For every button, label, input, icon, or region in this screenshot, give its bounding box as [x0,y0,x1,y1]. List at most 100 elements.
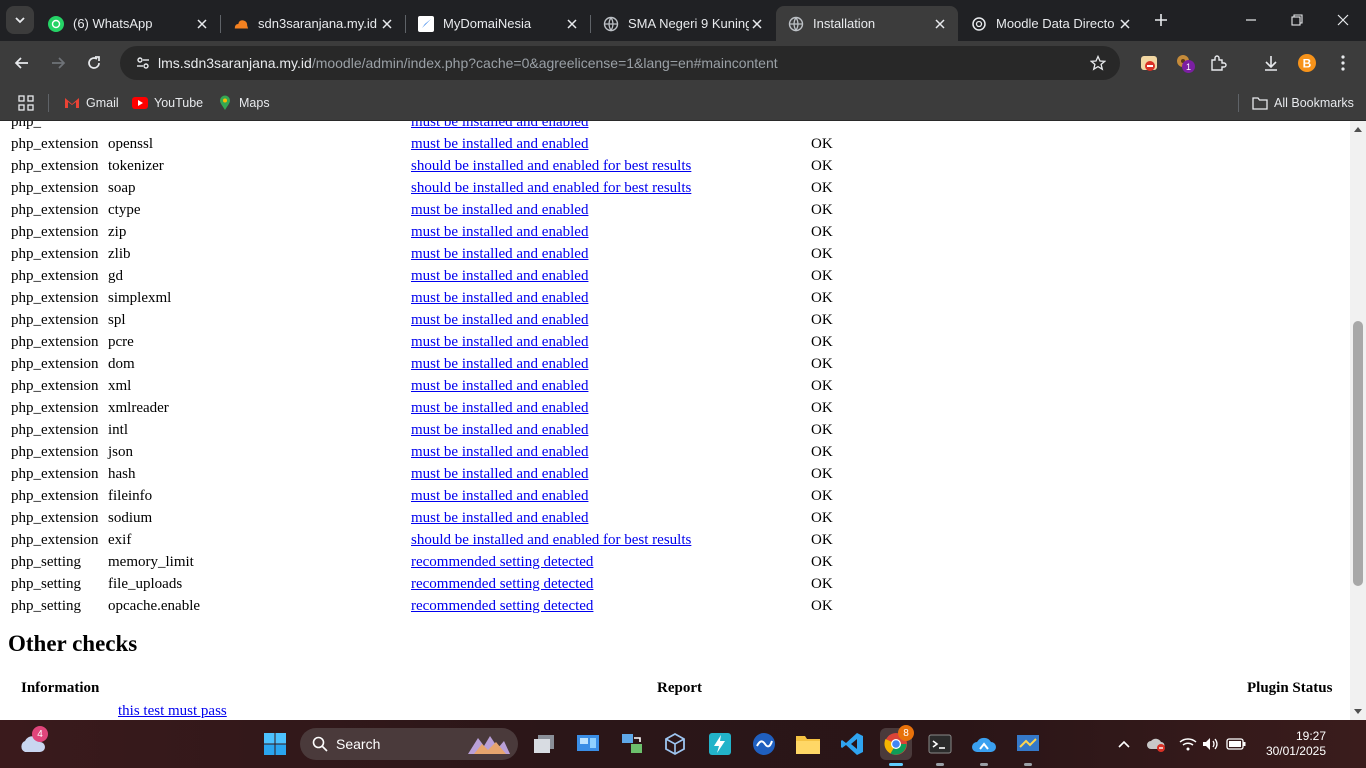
scrollbar-thumb[interactable] [1353,321,1363,586]
page-scrollbar[interactable] [1350,121,1366,720]
close-icon[interactable] [194,16,210,32]
close-icon[interactable] [932,16,948,32]
scroll-up-arrow[interactable] [1350,121,1366,137]
new-tab-button[interactable] [1150,9,1172,31]
check-report-link[interactable]: must be installed and enabled [411,356,588,372]
tab-search-button[interactable] [6,6,34,34]
taskbar-app-terminal[interactable] [924,728,956,766]
check-report-link[interactable]: recommended setting detected [411,598,593,614]
all-bookmarks-button[interactable]: All Bookmarks [1252,93,1354,113]
check-report-link[interactable]: must be installed and enabled [411,400,588,416]
tab-title: SMA Negeri 9 Kuning [628,16,749,31]
environment-row: php_extension sodium must be installed and… [8,507,836,529]
show-hidden-icons-button[interactable] [1108,728,1140,760]
check-report-cell: must be installed and enabled [408,463,808,485]
bitcoin-icon[interactable]: B [1296,52,1318,74]
test-must-pass-link[interactable]: this test must pass [118,703,227,720]
check-report-link[interactable]: must be installed and enabled [411,202,588,218]
bookmark-youtube[interactable]: YouTube [132,93,203,113]
reload-button[interactable] [80,49,108,77]
close-icon[interactable] [749,16,765,32]
check-report-link[interactable]: must be installed and enabled [411,510,588,526]
check-report-link[interactable]: must be installed and enabled [411,136,588,152]
environment-row: php_extension dom must be installed and en… [8,353,836,375]
bookmark-star-icon[interactable] [1089,54,1107,76]
check-name: spl [108,311,126,328]
check-report-link[interactable]: must be installed and enabled [411,334,588,350]
taskbar-app-network-transfer[interactable] [616,728,648,760]
close-icon[interactable] [379,16,395,32]
check-report-link[interactable]: recommended setting detected [411,576,593,592]
environment-row: php_extension xmlreader must be installed … [8,397,836,419]
environment-row: php_extension hash must be installed and e… [8,463,836,485]
check-report-link[interactable]: must be installed and enabled [411,444,588,460]
tray-battery[interactable] [1220,728,1252,760]
check-report-link[interactable]: should be installed and enabled for best… [411,158,691,174]
close-window-button[interactable] [1320,0,1366,40]
extension-icon[interactable]: 1 [1174,52,1196,74]
check-name: file_uploads [108,575,183,592]
taskbar-app-power-automate[interactable] [704,728,736,760]
bookmark-maps[interactable]: Maps [217,93,270,113]
back-button[interactable] [8,49,36,77]
more-menu-icon[interactable] [1332,52,1354,74]
close-icon[interactable] [564,16,580,32]
tab-title: (6) WhatsApp [73,16,153,31]
check-report-link[interactable]: must be installed and enabled [411,268,588,284]
taskbar-search[interactable]: Search [300,728,518,760]
check-status: OK [811,267,833,284]
system-clock[interactable]: 19:27 30/01/2025 [1256,729,1326,759]
check-report-link[interactable]: must be installed and enabled [411,246,588,262]
taskbar-app-virtualbox[interactable] [659,728,691,760]
forward-button[interactable] [44,49,72,77]
check-report-link[interactable]: must be installed and enabled [411,466,588,482]
tab-sma-negeri[interactable]: SMA Negeri 9 Kuning [591,6,775,41]
restore-button[interactable] [1274,0,1320,40]
tab-title: sdn3saranjana.my.id | [258,16,379,31]
download-icon[interactable] [1260,52,1282,74]
tab-title: MyDomaiNesia [443,16,532,31]
check-report-link[interactable]: should be installed and enabled for best… [411,180,691,196]
check-report-link[interactable]: must be installed and enabled [411,290,588,306]
terminal-icon [928,734,952,754]
check-report-link[interactable]: must be installed and enabled [411,488,588,504]
domainesia-icon [418,15,434,32]
lightning-icon [709,733,731,755]
environment-row: php_ must be installed and enabled [8,121,836,133]
weather-widget[interactable]: 4 [16,726,48,760]
tab-cloudflare[interactable]: sdn3saranjana.my.id | [221,6,405,41]
tray-cloud-status[interactable] [1140,728,1172,760]
extensions-puzzle-icon[interactable] [1207,52,1229,74]
tab-whatsapp[interactable]: (6) WhatsApp [36,6,220,41]
taskbar-app-control-panel[interactable] [572,728,604,760]
close-icon[interactable] [1117,16,1133,32]
wave-icon [753,733,775,755]
minimize-button[interactable] [1228,0,1274,40]
taskbar-app-cloud[interactable] [968,728,1000,766]
check-report-link[interactable]: must be installed and enabled [411,422,588,438]
check-type: php_extension [11,135,99,152]
start-button[interactable] [259,728,291,760]
site-info-icon[interactable] [128,55,158,71]
check-report-link[interactable]: must be installed and enabled [411,312,588,328]
taskbar-app-file-explorer[interactable] [792,728,824,760]
address-bar[interactable]: lms.sdn3saranjana.my.id/moodle/admin/ind… [120,46,1120,80]
check-report-link[interactable]: should be installed and enabled for best… [411,532,691,548]
tab-moodle-data-directory[interactable]: Moodle Data Directo [959,6,1143,41]
taskbar-app-vscode[interactable] [836,728,868,760]
taskbar-app-remote-desktop[interactable] [1012,728,1044,766]
check-report-link[interactable]: must be installed and enabled [411,224,588,240]
taskbar-app-chrome[interactable]: 8 [880,725,914,766]
taskbar-app-wave[interactable] [748,728,780,760]
check-report-link[interactable]: recommended setting detected [411,554,593,570]
scroll-down-arrow[interactable] [1350,704,1366,720]
apps-button[interactable] [18,93,34,113]
task-view-button[interactable] [528,728,560,760]
check-type: php_extension [11,311,99,328]
check-report-link[interactable]: must be installed and enabled [411,378,588,394]
extension-record-icon[interactable] [1138,52,1160,74]
check-report-link[interactable]: must be installed and enabled [411,121,588,130]
tab-mydomainesia[interactable]: MyDomaiNesia [406,6,590,41]
bookmark-gmail[interactable]: Gmail [64,93,119,113]
tab-installation[interactable]: Installation [776,6,958,41]
